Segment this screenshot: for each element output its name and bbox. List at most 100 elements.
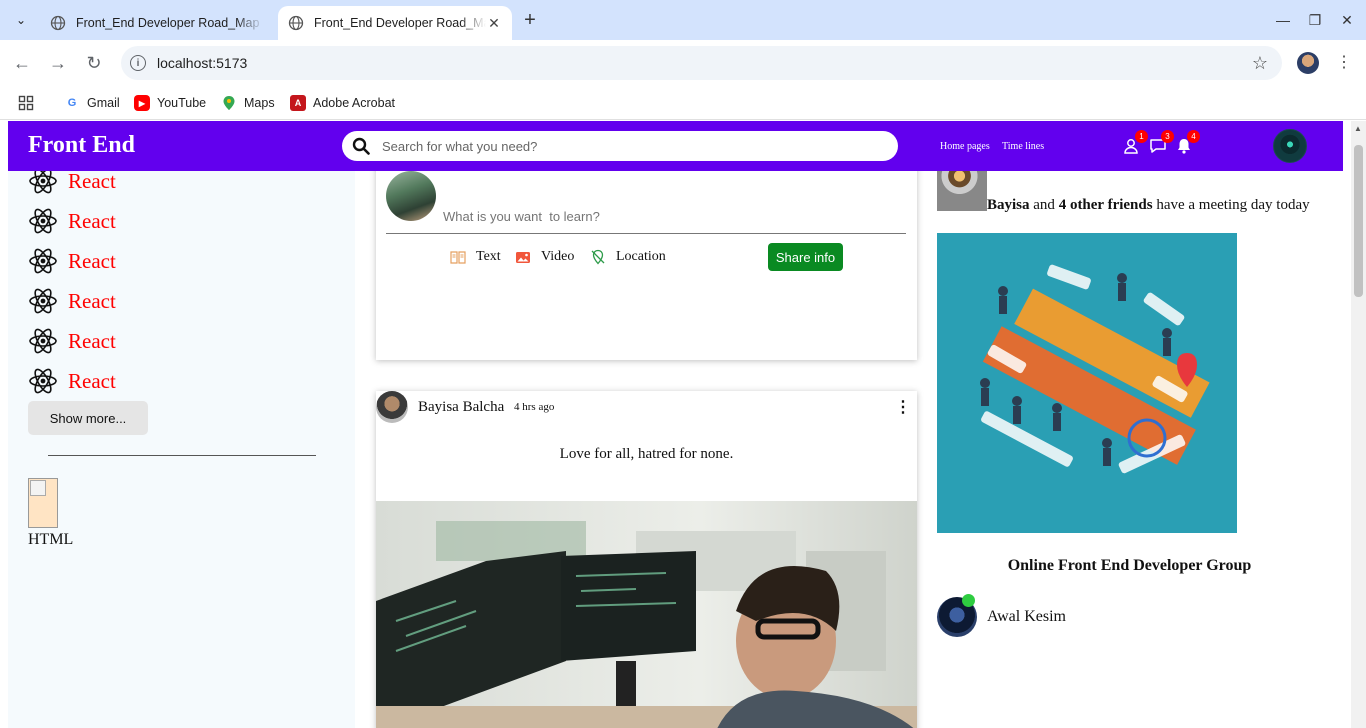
nav-home-pages[interactable]: Home pages <box>940 141 990 152</box>
apps-grid-icon[interactable] <box>18 91 34 115</box>
composer-text-label: Text <box>476 249 501 264</box>
nav-time-lines[interactable]: Time lines <box>1002 141 1044 152</box>
react-icon <box>29 328 57 354</box>
search-bar[interactable] <box>342 131 898 161</box>
react-icon <box>29 288 57 314</box>
bookmark-youtube[interactable]: ▶ YouTube <box>134 91 206 115</box>
tab-title: Front_End Developer Road_Map <box>314 16 486 30</box>
feed-post: Bayisa Balcha 4 hrs ago ⋮ Love for all, … <box>376 391 917 728</box>
brand-title[interactable]: Front End <box>28 132 135 159</box>
composer-location-label: Location <box>616 249 666 264</box>
scrollbar-thumb[interactable] <box>1354 145 1363 297</box>
friends-button[interactable]: 1 <box>1123 130 1148 155</box>
event-mid: and <box>1033 197 1055 213</box>
browser-tab[interactable]: Front_End Developer Road_Map <box>40 6 274 40</box>
gmail-icon: G <box>67 97 77 109</box>
friend-avatar[interactable] <box>937 594 977 637</box>
sidebar-item-label: React <box>68 288 116 313</box>
search-input[interactable] <box>382 138 862 154</box>
sidebar-item-react[interactable]: React <box>28 286 116 316</box>
back-icon[interactable]: ← <box>10 51 34 75</box>
composer-location-button[interactable]: Location <box>590 249 666 265</box>
notifications-badge: 4 <box>1187 130 1200 143</box>
show-more-button[interactable]: Show more... <box>28 401 148 435</box>
sidebar-item-react[interactable]: React <box>28 206 116 236</box>
composer-input[interactable] <box>443 209 743 224</box>
sidebar-item-react[interactable]: React <box>28 326 116 356</box>
search-icon <box>352 137 370 155</box>
page-scrollbar[interactable]: ▲ <box>1351 121 1366 728</box>
minimize-icon[interactable]: — <box>1271 8 1295 32</box>
address-bar[interactable]: i localhost:5173 ☆ <box>121 46 1282 80</box>
post-composer: Text Video Location Share info <box>376 161 917 360</box>
bookmark-gmail[interactable]: G Gmail <box>64 91 120 115</box>
image-icon <box>516 252 530 263</box>
app-header: Front End Home pages Time lines 1 3 4 <box>8 121 1343 171</box>
event-friends[interactable]: 4 other friends <box>1059 197 1153 213</box>
user-avatar[interactable] <box>1273 129 1307 163</box>
scroll-up-icon[interactable]: ▲ <box>1354 124 1362 133</box>
composer-video-label: Video <box>541 249 575 264</box>
bookmark-label: Maps <box>244 96 275 110</box>
post-author-name[interactable]: Bayisa Balcha <box>418 399 504 416</box>
browser-tab-active[interactable]: Front_End Developer Road_Map ✕ <box>278 6 512 40</box>
event-text: Bayisa and 4 other friends have a meetin… <box>937 196 1327 214</box>
friends-badge: 1 <box>1135 130 1148 143</box>
composer-text-button[interactable]: Text <box>450 249 501 265</box>
book-icon <box>450 251 466 264</box>
maps-icon <box>221 95 237 111</box>
share-info-button[interactable]: Share info <box>768 243 843 271</box>
bookmark-acrobat[interactable]: A Adobe Acrobat <box>290 91 395 115</box>
messages-badge: 3 <box>1161 130 1174 143</box>
globe-icon <box>50 15 66 31</box>
friend-name[interactable]: Awal Kesim <box>987 608 1066 626</box>
site-info-icon[interactable]: i <box>130 55 146 71</box>
sidebar-item-react[interactable]: React <box>28 366 116 396</box>
notifications-button[interactable]: 4 <box>1175 130 1200 155</box>
bookmark-label: Gmail <box>87 96 120 110</box>
composer-video-button[interactable]: Video <box>515 249 574 265</box>
broken-image-icon <box>28 478 58 528</box>
acrobat-icon: A <box>290 95 306 111</box>
tab-search-dropdown[interactable]: ⌄ <box>8 7 34 33</box>
reload-icon[interactable]: ↻ <box>82 51 106 75</box>
sidebar-item-react[interactable]: React <box>28 246 116 276</box>
post-text: Love for all, hatred for none. <box>559 446 734 462</box>
url-text[interactable]: localhost:5173 <box>157 55 247 71</box>
bookmark-label: YouTube <box>157 96 207 110</box>
html-label: HTML <box>28 531 74 548</box>
profile-avatar[interactable] <box>1297 52 1319 74</box>
post-author-avatar[interactable] <box>376 391 408 423</box>
sidebar-item-label: React <box>68 368 116 393</box>
event-person[interactable]: Bayisa <box>987 197 1030 213</box>
group-title: Online Front End Developer Group <box>1007 557 1252 574</box>
messages-button[interactable]: 3 <box>1149 130 1174 155</box>
react-icon <box>29 248 57 274</box>
post-timestamp: 4 hrs ago <box>514 401 555 413</box>
bookmark-label: Adobe Acrobat <box>313 96 396 110</box>
tab-title: Front_End Developer Road_Map <box>76 16 260 30</box>
sidebar-divider <box>48 455 316 456</box>
restore-icon[interactable]: ❐ <box>1303 8 1327 32</box>
sidebar-item-label: React <box>68 248 116 273</box>
forward-icon[interactable]: → <box>46 51 70 75</box>
browser-menu-icon[interactable]: ⋮ <box>1336 52 1352 72</box>
event-tail: have a meeting day today <box>1156 197 1310 213</box>
sidebar-item-label: React <box>68 208 116 233</box>
composer-avatar <box>386 171 436 221</box>
page-viewport: React React React React React React Show… <box>0 121 1366 728</box>
new-tab-button[interactable]: + <box>518 8 542 32</box>
browser-toolbar: ← → ↻ i localhost:5173 ☆ ⋮ <box>0 40 1366 86</box>
close-window-icon[interactable]: ✕ <box>1335 8 1359 32</box>
post-image <box>376 501 917 728</box>
close-tab-icon[interactable]: ✕ <box>486 15 502 32</box>
sidebar-item-label: React <box>68 328 116 353</box>
more-options-icon[interactable]: ⋮ <box>895 397 911 417</box>
bookmark-star-icon[interactable]: ☆ <box>1252 53 1268 74</box>
bookmark-maps[interactable]: Maps <box>221 91 275 115</box>
web-development-illustration <box>937 233 1237 533</box>
browser-tab-bar: ⌄ Front_End Developer Road_Map Front_End… <box>0 0 1366 40</box>
online-status-indicator <box>962 594 975 607</box>
react-icon <box>29 208 57 234</box>
composer-divider <box>386 233 906 234</box>
